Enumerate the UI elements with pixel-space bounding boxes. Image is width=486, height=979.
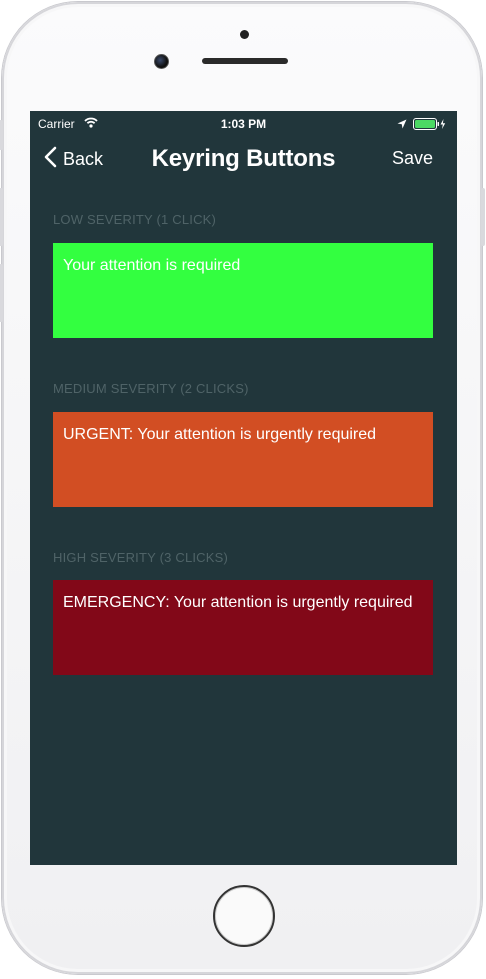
location-arrow-icon	[397, 118, 407, 132]
medium-severity-message-field[interactable]: URGENT: Your attention is urgently requi…	[53, 412, 433, 507]
home-button[interactable]	[213, 885, 275, 947]
navigation-bar: Back Keyring Buttons Save	[30, 137, 457, 181]
battery-icon	[413, 118, 447, 133]
high-severity-header: HIGH SEVERITY (3 CLICKS)	[53, 550, 229, 565]
volume-up-button	[0, 188, 3, 246]
clock: 1:03 PM	[220, 117, 267, 131]
low-severity-header: LOW SEVERITY (1 CLICK)	[53, 212, 217, 227]
high-severity-message-field[interactable]: EMERGENCY: Your attention is urgently re…	[53, 580, 433, 675]
earpiece-speaker	[202, 58, 288, 64]
front-camera	[154, 54, 169, 69]
status-bar: Carrier 1:03 PM	[30, 111, 457, 137]
app-screen: Carrier 1:03 PM Back Keyring Buttons Sav…	[30, 111, 457, 865]
medium-severity-header: MEDIUM SEVERITY (2 CLICKS)	[53, 381, 249, 396]
proximity-sensor	[240, 30, 249, 39]
power-button	[481, 188, 485, 246]
save-button[interactable]: Save	[392, 148, 433, 169]
volume-down-button	[0, 264, 3, 322]
low-severity-message-field[interactable]: Your attention is required	[53, 243, 433, 338]
mute-switch	[0, 120, 3, 150]
